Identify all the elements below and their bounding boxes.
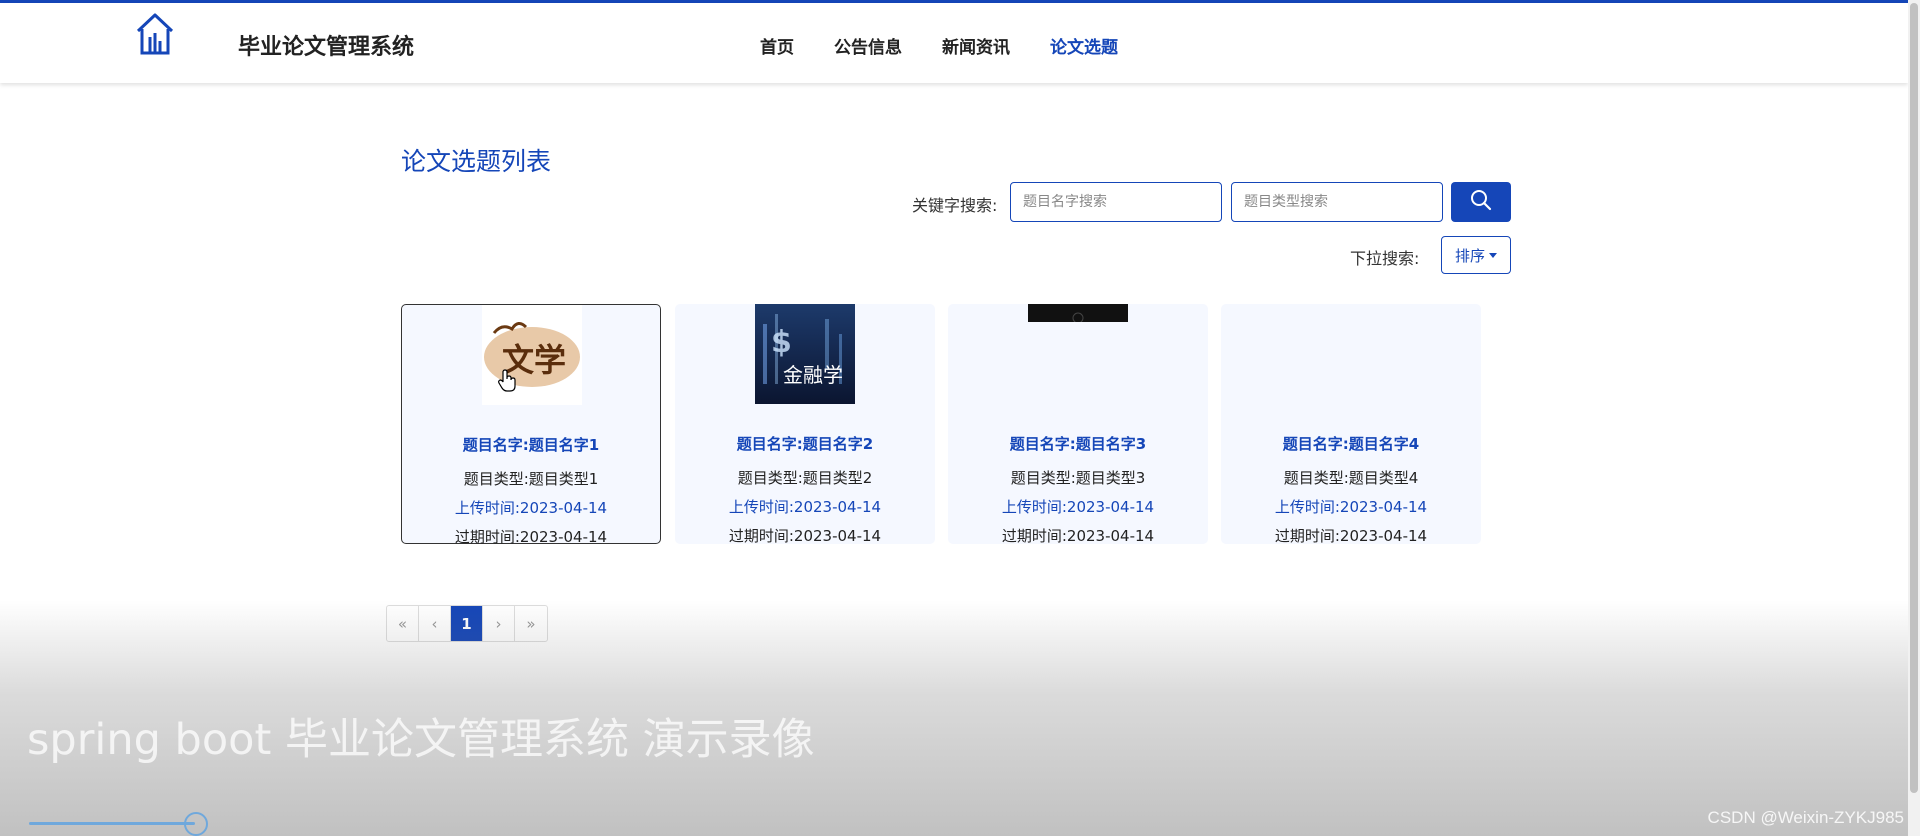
topic-card[interactable]: 题目名字:题目名字3 题目类型:题目类型3 上传时间:2023-04-14 过期… — [948, 304, 1208, 545]
page-number-button[interactable]: 1 — [451, 606, 483, 641]
topic-name[interactable]: 题目名字:题目名字2 — [675, 433, 935, 454]
header: 毕业论文管理系统 首页 公告信息 新闻资讯 论文选题 — [0, 3, 1908, 83]
topic-thumbnail[interactable]: 文学 — [482, 305, 582, 405]
topic-expire-time: 过期时间:2023-04-14 — [1274, 527, 1428, 545]
video-caption: spring boot 毕业论文管理系统 演示录像 — [27, 715, 815, 765]
dropdown-search-label: 下拉搜索: — [1350, 249, 1420, 268]
topic-thumbnail[interactable] — [1301, 304, 1401, 308]
video-progress-knob[interactable] — [184, 812, 208, 836]
topic-type: 题目类型:题目类型4 — [1283, 469, 1419, 487]
topic-card[interactable]: 文学 题目名字:题目名字1 题目类型:题目类型1 上传时间:2023-04-14… — [401, 304, 661, 546]
watermark: CSDN @Weixin-ZYKJ985 — [1707, 808, 1904, 827]
topic-name[interactable]: 题目名字:题目名字1 — [402, 434, 660, 455]
page-next-button[interactable]: › — [483, 606, 515, 641]
scrollbar-thumb[interactable] — [1910, 3, 1918, 793]
search-icon — [1470, 189, 1492, 215]
sort-dropdown-button[interactable]: 排序 — [1441, 236, 1511, 274]
topic-expire-time: 过期时间:2023-04-14 — [1001, 527, 1155, 545]
topic-type: 题目类型:题目类型1 — [463, 470, 599, 488]
nav-item-home[interactable]: 首页 — [760, 33, 794, 58]
sort-label: 排序 — [1454, 246, 1485, 265]
home-logo-icon[interactable] — [134, 11, 176, 57]
svg-text:$: $ — [771, 325, 792, 360]
search-button[interactable] — [1451, 182, 1511, 222]
hand-cursor-icon — [498, 369, 516, 397]
topic-name[interactable]: 题目名字:题目名字3 — [948, 433, 1208, 454]
page-first-button[interactable]: « — [387, 606, 419, 641]
topic-upload-time: 上传时间:2023-04-14 — [728, 498, 882, 516]
page-last-button[interactable]: » — [515, 606, 547, 641]
caret-down-icon — [1489, 252, 1497, 258]
topic-name-search-input[interactable] — [1010, 182, 1222, 222]
topic-card[interactable]: $ 金融学 题目名字:题目名字2 题目类型:题目类型2 上传时间:2023-04… — [675, 304, 935, 545]
nav-item-announcements[interactable]: 公告信息 — [834, 33, 902, 58]
topic-type: 题目类型:题目类型2 — [737, 469, 873, 487]
topic-expire-time: 过期时间:2023-04-14 — [454, 528, 608, 546]
keyword-search-label: 关键字搜索: — [912, 196, 998, 215]
topic-thumbnail[interactable] — [1028, 304, 1128, 322]
topic-card[interactable]: 题目名字:题目名字4 题目类型:题目类型4 上传时间:2023-04-14 过期… — [1221, 304, 1481, 545]
nav-item-news[interactable]: 新闻资讯 — [942, 33, 1010, 58]
topic-upload-time: 上传时间:2023-04-14 — [454, 499, 608, 517]
main-nav: 首页 公告信息 新闻资讯 论文选题 — [760, 33, 1158, 58]
topic-type: 题目类型:题目类型3 — [1010, 469, 1146, 487]
topic-upload-time: 上传时间:2023-04-14 — [1274, 498, 1428, 516]
topic-thumbnail[interactable]: $ 金融学 — [755, 304, 855, 404]
topic-expire-time: 过期时间:2023-04-14 — [728, 527, 882, 545]
topic-name[interactable]: 题目名字:题目名字4 — [1221, 433, 1481, 454]
topic-type-search-input[interactable] — [1231, 182, 1443, 222]
page-prev-button[interactable]: ‹ — [419, 606, 451, 641]
topic-upload-time: 上传时间:2023-04-14 — [1001, 498, 1155, 516]
app-title: 毕业论文管理系统 — [238, 35, 415, 60]
video-progress-bar[interactable] — [29, 822, 195, 825]
thumb-text: 金融学 — [783, 363, 843, 387]
pagination: « ‹ 1 › » — [386, 605, 548, 642]
nav-item-thesis-topics[interactable]: 论文选题 — [1050, 33, 1118, 58]
page-title: 论文选题列表 — [401, 147, 552, 176]
page-scrollbar[interactable] — [1908, 0, 1920, 836]
